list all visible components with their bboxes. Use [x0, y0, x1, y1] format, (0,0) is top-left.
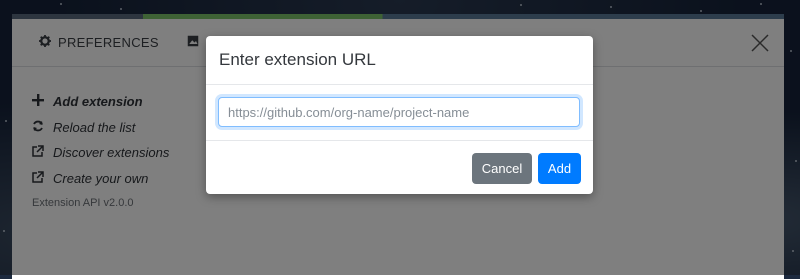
dialog-title: Enter extension URL [206, 36, 593, 85]
dialog-footer: Cancel Add [206, 141, 593, 195]
dialog-body [206, 85, 593, 141]
add-button[interactable]: Add [538, 153, 581, 184]
extension-url-dialog: Enter extension URL Cancel Add [206, 36, 593, 194]
cancel-button[interactable]: Cancel [472, 153, 532, 184]
extension-url-input[interactable] [218, 97, 580, 127]
